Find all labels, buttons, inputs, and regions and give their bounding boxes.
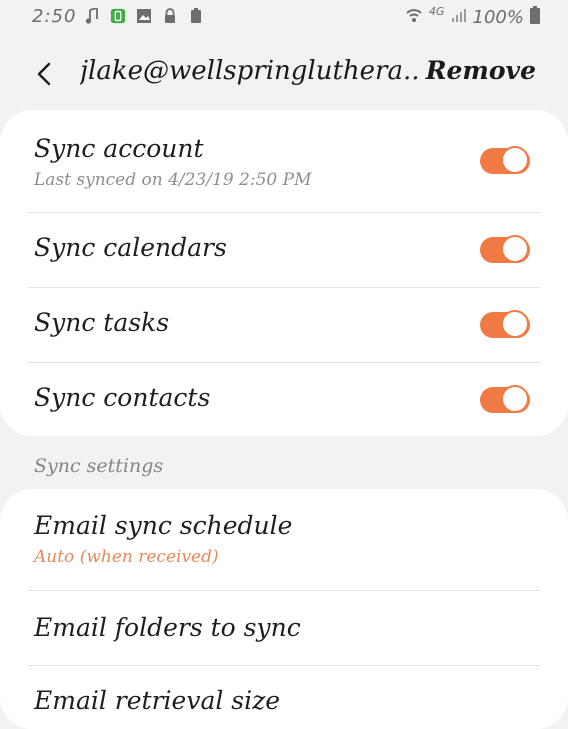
sync-tasks-label: Sync tasks bbox=[34, 308, 170, 337]
last-synced-text: Last synced on 4/23/19 2:50 PM bbox=[34, 170, 312, 190]
sync-account-toggle[interactable] bbox=[480, 146, 530, 174]
phone-app-icon bbox=[110, 8, 126, 24]
app-header: jlake@wellspringluthera... Remove bbox=[0, 48, 568, 100]
sync-tasks-row[interactable]: Sync tasks bbox=[0, 288, 568, 363]
status-bar: 2:50 4G 100% bbox=[0, 0, 568, 36]
sync-contacts-label: Sync contacts bbox=[34, 383, 211, 412]
battery-percent: 100% bbox=[472, 7, 524, 28]
email-retrieval-size-label: Email retrieval size bbox=[34, 686, 281, 715]
image-icon bbox=[136, 8, 152, 24]
sync-settings-card: Email sync schedule Auto (when received)… bbox=[0, 489, 568, 729]
toggle-knob bbox=[501, 235, 529, 263]
toggle-knob bbox=[501, 310, 529, 338]
sync-tasks-toggle[interactable] bbox=[480, 310, 530, 338]
status-right: 4G 100% bbox=[405, 5, 540, 29]
email-folders-row[interactable]: Email folders to sync bbox=[0, 591, 568, 666]
sync-card: Sync account Last synced on 4/23/19 2:50… bbox=[0, 110, 568, 436]
page-title: jlake@wellspringluthera... bbox=[80, 56, 420, 86]
sync-settings-header: Sync settings bbox=[34, 455, 164, 477]
wifi-calling-icon bbox=[405, 6, 423, 29]
signal-icon bbox=[451, 7, 467, 28]
status-time: 2:50 bbox=[32, 6, 77, 27]
email-retrieval-size-row[interactable]: Email retrieval size bbox=[0, 666, 568, 729]
battery-icon bbox=[530, 6, 540, 29]
toggle-knob bbox=[501, 385, 529, 413]
sync-account-row[interactable]: Sync account Last synced on 4/23/19 2:50… bbox=[0, 110, 568, 212]
music-note-icon bbox=[84, 8, 100, 24]
sync-contacts-row[interactable]: Sync contacts bbox=[0, 363, 568, 436]
remove-button[interactable]: Remove bbox=[426, 56, 536, 85]
toggle-knob bbox=[501, 146, 529, 174]
lock-icon bbox=[162, 8, 178, 24]
sync-contacts-toggle[interactable] bbox=[480, 385, 530, 413]
email-sync-schedule-row[interactable]: Email sync schedule Auto (when received) bbox=[0, 489, 568, 590]
email-sync-schedule-value: Auto (when received) bbox=[34, 547, 219, 567]
notification-icons bbox=[84, 8, 204, 24]
back-button[interactable] bbox=[28, 58, 60, 90]
sync-calendars-label: Sync calendars bbox=[34, 233, 227, 262]
chevron-left-icon bbox=[37, 62, 51, 86]
sync-calendars-toggle[interactable] bbox=[480, 235, 530, 263]
email-folders-label: Email folders to sync bbox=[34, 613, 301, 642]
sync-calendars-row[interactable]: Sync calendars bbox=[0, 213, 568, 288]
network-type: 4G bbox=[429, 5, 445, 18]
sync-account-label: Sync account bbox=[34, 134, 204, 163]
battery-saver-icon bbox=[188, 8, 204, 24]
email-sync-schedule-label: Email sync schedule bbox=[34, 511, 293, 540]
